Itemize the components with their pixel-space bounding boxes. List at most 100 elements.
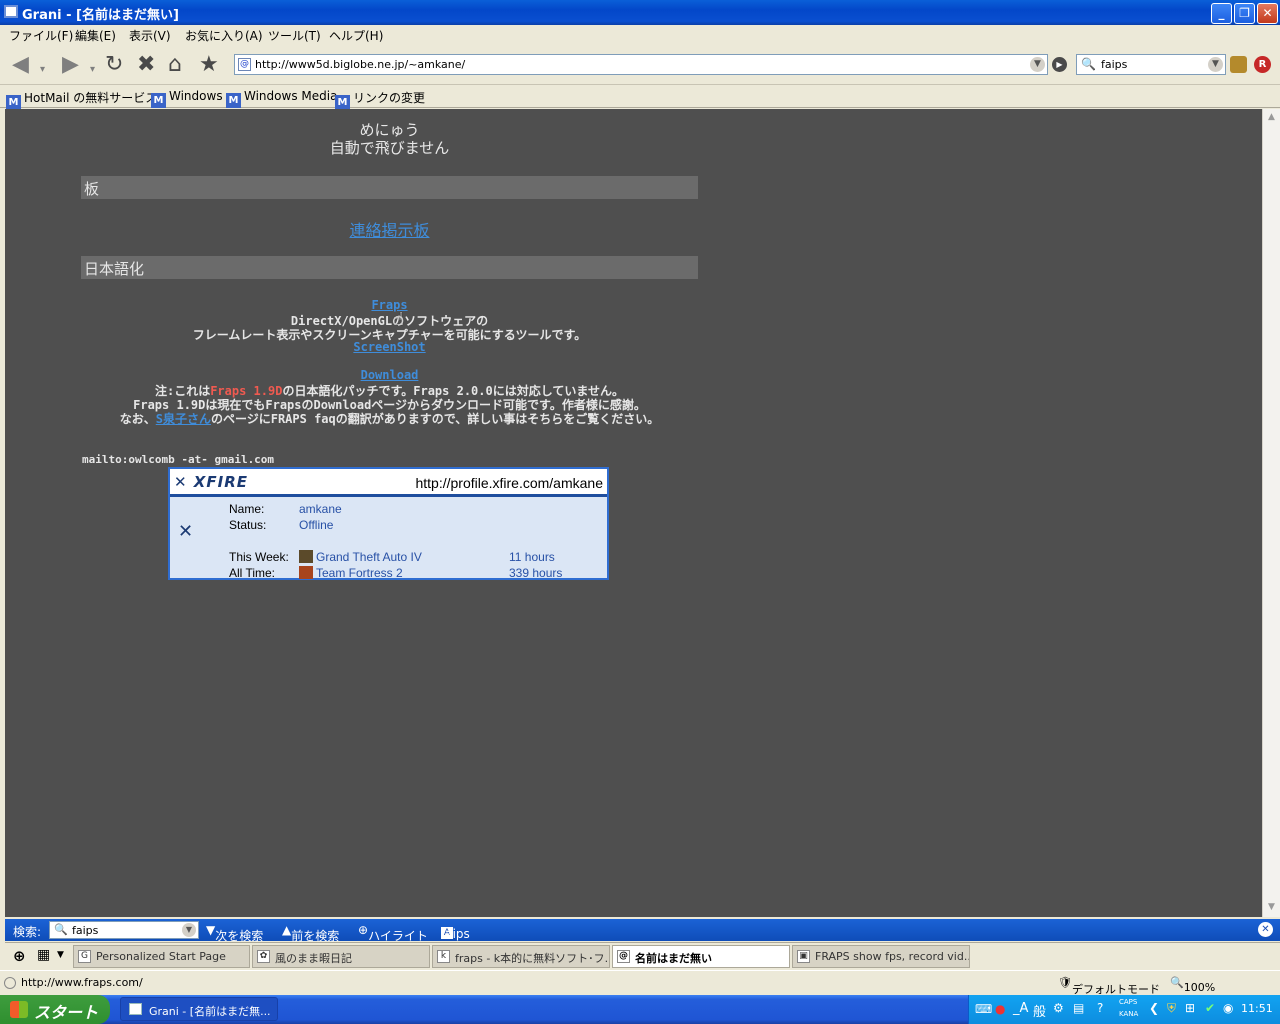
download-link[interactable]: Download [361, 368, 419, 382]
stop-icon[interactable]: ✖ [137, 54, 155, 76]
title-bar: Grani - [名前はまだ無い] _ ❐ ✕ [0, 0, 1280, 25]
pad-icon[interactable]: ▤ [1073, 1001, 1084, 1015]
status-page-icon [4, 977, 16, 989]
menu-help[interactable]: ヘルプ(H) [329, 27, 383, 44]
scroll-down-icon[interactable]: ▼ [1265, 901, 1278, 914]
record-icon[interactable]: R [1254, 56, 1271, 73]
search-dropdown-icon[interactable]: ▼ [1208, 57, 1223, 72]
find-bar: 検索: 🔍 faips ▼ ▼ 次を検索 ▲ 前を検索 ⊕ ハイライト Afai… [5, 919, 1280, 943]
tf2-game-icon [299, 566, 313, 579]
minimize-button[interactable]: _ [1211, 3, 1232, 24]
xfire-avatar-icon: ✕ [178, 521, 194, 542]
status-url: http://www.fraps.com/ [21, 976, 143, 989]
fraps-link-row: Fraps [81, 298, 698, 312]
menu-tools[interactable]: ツール(T) [268, 27, 321, 44]
faq-author-link[interactable]: S泉子さん [156, 412, 211, 426]
reload-icon[interactable]: ↻ [105, 54, 123, 76]
profile-name: amkane [299, 502, 342, 516]
menu-favorites[interactable]: お気に入り(A) [185, 27, 263, 44]
search-box[interactable]: 🔍 faips ▼ [1076, 54, 1226, 75]
security-shield-icon[interactable]: ⛨ [1167, 1001, 1176, 1016]
tab-fraps-official[interactable]: ▣ FRAPS show fps, record vid... [792, 945, 970, 968]
volume-icon[interactable]: ◉ [1223, 1001, 1233, 1015]
msn-icon: M [6, 95, 21, 110]
tab-fraps-soft[interactable]: k fraps - k本的に無料ソフト･フ... [432, 945, 610, 968]
address-input[interactable]: http://www5d.biglobe.ne.jp/~amkane/ [255, 58, 465, 71]
hand-cursor-icon: ☝ [393, 309, 404, 330]
this-week-hours: 11 hours [509, 550, 555, 564]
tab-list-icon[interactable]: ▦ [37, 947, 50, 963]
tab-bar: ⊕ ▦ ▼ G Personalized Start Page ✿ 風のまま暇日記 … [5, 942, 1280, 969]
network-icon[interactable]: ⊞ [1185, 1001, 1195, 1015]
ime-mode-icon[interactable]: _A [1013, 1001, 1028, 1016]
addon-icon[interactable] [1230, 56, 1247, 73]
link-windows-media[interactable]: M Windows Media [226, 89, 337, 108]
link-hotmail[interactable]: M HotMail の無料サービス [6, 89, 157, 110]
link-customize[interactable]: M リンクの変更 [335, 89, 425, 110]
messenger-icon[interactable]: ✔ [1205, 1001, 1215, 1015]
vertical-scrollbar[interactable]: ▲ ▼ [1262, 109, 1280, 917]
search-input[interactable]: faips [1101, 58, 1127, 71]
clock: 11:51 [1241, 1002, 1273, 1015]
msn-icon: M [226, 93, 241, 108]
scroll-up-icon[interactable]: ▲ [1265, 111, 1278, 124]
find-input-value: faips [72, 924, 99, 937]
note-line3: なお、S泉子さんのページにFRAPS faqの翻訳がありますので、詳しい事はそち… [119, 412, 660, 426]
status-label: Status: [229, 518, 267, 532]
address-dropdown-icon[interactable]: ▼ [1030, 57, 1045, 72]
screenshot-link[interactable]: ScreenShot [353, 340, 425, 354]
taskbar-grani-window[interactable]: Grani - [名前はまだ無... [120, 997, 278, 1021]
screenshot-link-row: ScreenShot [81, 340, 698, 354]
all-time-label: All Time: [229, 566, 276, 580]
find-previous-button[interactable]: ▲ 前を検索 [282, 923, 339, 943]
find-next-button[interactable]: ▼ 次を検索 [206, 923, 263, 943]
k-site-icon: k [437, 950, 450, 963]
blog-icon: ✿ [257, 950, 270, 963]
caps-indicator: CAPS [1119, 998, 1138, 1006]
menu-edit[interactable]: 編集(E) [75, 27, 116, 44]
keyboard-icon[interactable]: ⌨ [975, 1002, 992, 1016]
ime-icon[interactable]: ● [995, 1002, 1005, 1016]
tool-icon[interactable]: ⚙ [1053, 1001, 1064, 1015]
home-icon[interactable]: ⌂ [168, 54, 182, 76]
tray-expand-icon[interactable]: ❮ [1149, 1001, 1159, 1015]
board-link[interactable]: 連絡掲示板 [349, 221, 429, 240]
address-bar[interactable]: @ http://www5d.biglobe.ne.jp/~amkane/ ▼ [234, 54, 1048, 75]
back-icon[interactable]: ◀ [12, 54, 29, 76]
section-japanese: 日本語化 [81, 256, 698, 279]
zoom-level[interactable]: 🔍 100% [1170, 976, 1215, 994]
kana-indicator: KANA [1119, 1010, 1139, 1018]
tab-personalized-start-page[interactable]: G Personalized Start Page [73, 945, 250, 968]
highlight-button[interactable]: ⊕ ハイライト [358, 923, 428, 943]
google-icon: G [78, 950, 91, 963]
go-button[interactable]: ▶ [1052, 57, 1067, 72]
gta-game-icon [299, 550, 313, 563]
xfire-profile-widget[interactable]: ✕ XFIRE http://profile.xfire.com/amkane … [168, 467, 609, 580]
security-mode[interactable]: 🛡 デフォルトモード [1058, 976, 1160, 996]
tab-menu-dropdown-icon[interactable]: ▼ [57, 950, 64, 960]
help-icon[interactable]: ? [1097, 1001, 1103, 1015]
forward-dropdown-icon[interactable]: ▾ [90, 59, 95, 81]
new-tab-icon[interactable]: ⊕ [13, 947, 26, 965]
msn-icon: M [335, 95, 350, 110]
link-windows[interactable]: M Windows [151, 89, 223, 108]
find-close-icon[interactable]: ✕ [1258, 922, 1273, 937]
page-content: めにゅう 自動で飛びません 板 連絡掲示板 日本語化 Fraps DirectX… [5, 109, 1262, 917]
back-dropdown-icon[interactable]: ▾ [40, 59, 45, 81]
forward-icon[interactable]: ▶ [62, 54, 79, 76]
menu-file[interactable]: ファイル(F) [9, 27, 73, 44]
start-button[interactable]: スタート [0, 995, 110, 1024]
favorites-star-icon[interactable]: ★ [199, 54, 219, 76]
ime-general-mode[interactable]: 般 [1033, 1001, 1046, 1020]
system-tray: ⌨ ● _A 般 ⚙ ▤ ? CAPS KANA ❮ ⛨ ⊞ ✔ ◉ 11:51 [968, 995, 1280, 1024]
tab-kaze-nikki[interactable]: ✿ 風のまま暇日記 [252, 945, 430, 968]
find-input[interactable]: 🔍 faips ▼ [49, 921, 199, 939]
menu-view[interactable]: 表示(V) [129, 27, 171, 44]
tab-namae-wa-mada-nai[interactable]: @ 名前はまだ無い [612, 945, 790, 968]
find-dropdown-icon[interactable]: ▼ [182, 923, 196, 937]
name-label: Name: [229, 502, 265, 516]
mailto-text: mailto:owlcomb -at- gmail.com [82, 453, 275, 466]
close-button[interactable]: ✕ [1257, 3, 1278, 24]
this-week-label: This Week: [229, 550, 289, 564]
restore-button[interactable]: ❐ [1234, 3, 1255, 24]
